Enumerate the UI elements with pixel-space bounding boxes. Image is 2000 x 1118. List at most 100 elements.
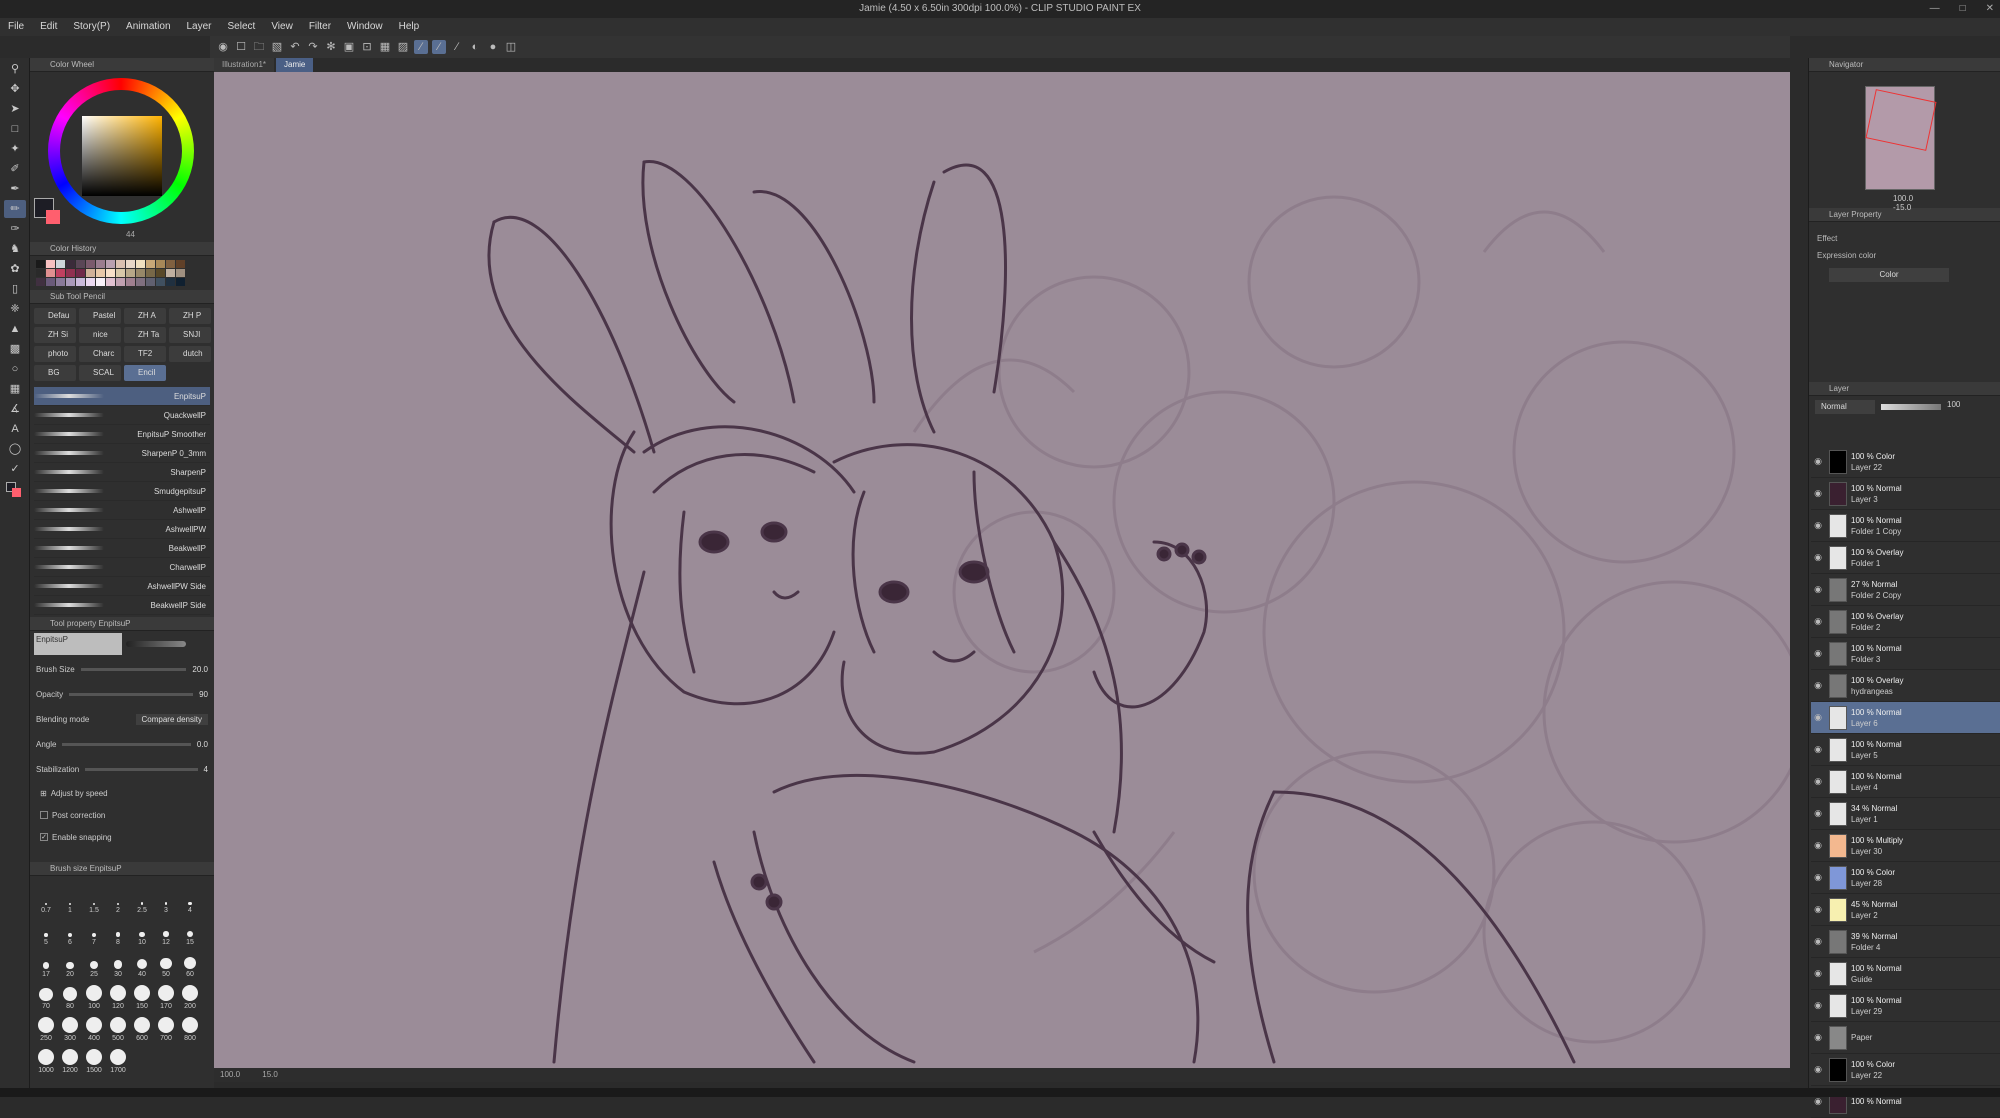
color-history-swatch[interactable] <box>116 269 125 277</box>
brush-item[interactable]: CharwellP <box>34 558 210 577</box>
color-history-swatch[interactable] <box>66 260 75 268</box>
sub-tool-tab[interactable]: ZH P <box>169 308 211 324</box>
eye-icon[interactable]: ◉ <box>1811 552 1825 563</box>
companion-icon[interactable]: ● <box>486 40 500 54</box>
clear-icon[interactable]: ✻ <box>324 40 338 54</box>
color-history-swatch[interactable] <box>176 260 185 268</box>
brush-size-preset[interactable]: 0.7 <box>34 884 58 914</box>
navigator-thumbnail[interactable] <box>1865 86 1937 190</box>
color-history-swatch[interactable] <box>176 278 185 286</box>
brush-item[interactable]: EnpitsuP <box>34 387 210 406</box>
brush-size-preset[interactable]: 7 <box>82 916 106 946</box>
stabilization-value[interactable]: 4 <box>204 765 208 774</box>
figure-tool-icon[interactable]: ○ <box>4 360 26 378</box>
tablet-icon[interactable]: ◫ <box>504 40 518 54</box>
brush-size-preset[interactable]: 500 <box>106 1012 130 1042</box>
eye-icon[interactable]: ◉ <box>1811 456 1825 467</box>
sub-tool-tab[interactable]: Defau <box>34 308 76 324</box>
brush-size-preset[interactable]: 250 <box>34 1012 58 1042</box>
layer-row[interactable]: ◉ 100 % Normal Folder 1 Copy <box>1811 510 2000 542</box>
brush-item[interactable]: AshwellPW <box>34 520 210 539</box>
eye-icon[interactable]: ◉ <box>1811 1000 1825 1011</box>
brush-size-preset[interactable]: 2 <box>106 884 130 914</box>
color-history-swatch[interactable] <box>86 269 95 277</box>
expression-color-select[interactable]: Color <box>1829 268 1949 282</box>
layer-row[interactable]: ◉ 100 % Normal Folder 3 <box>1811 638 2000 670</box>
menu-filter[interactable]: Filter <box>301 18 339 36</box>
brush-size-preset[interactable]: 700 <box>154 1012 178 1042</box>
sub-tool-tab[interactable]: ZH Si <box>34 327 76 343</box>
brush-tool-icon[interactable]: ✑ <box>4 220 26 238</box>
brush-item[interactable]: SmudgepitsuP <box>34 482 210 501</box>
brush-size-preset[interactable]: 800 <box>178 1012 202 1042</box>
sub-tool-tab[interactable]: SCAL <box>79 365 121 381</box>
text-tool-icon[interactable]: A <box>4 420 26 438</box>
stabilization-row[interactable]: Stabilization 4 <box>30 757 214 782</box>
brush-size-preset[interactable]: 40 <box>130 948 154 978</box>
color-history-swatch[interactable] <box>106 260 115 268</box>
color-history-swatch[interactable] <box>46 260 55 268</box>
color-history-swatch[interactable] <box>66 269 75 277</box>
color-history-swatch[interactable] <box>36 269 45 277</box>
sub-tool-tab[interactable]: Pastel <box>79 308 121 324</box>
airbrush-tool-icon[interactable]: ♞ <box>4 240 26 258</box>
brush-size-preset[interactable]: 12 <box>154 916 178 946</box>
post-correction-checkbox[interactable] <box>40 811 48 819</box>
layer-row[interactable]: ◉ 100 % Normal Layer 29 <box>1811 990 2000 1022</box>
clip-studio-icon[interactable]: ◉ <box>216 40 230 54</box>
tab-illustration1[interactable]: Illustration1* <box>214 58 275 72</box>
angle-row[interactable]: Angle 0.0 <box>30 732 214 757</box>
color-history-swatch[interactable] <box>86 278 95 286</box>
eye-icon[interactable]: ◉ <box>1811 968 1825 979</box>
brush-size-preset[interactable]: 70 <box>34 980 58 1010</box>
brush-size-preset[interactable]: 1.5 <box>82 884 106 914</box>
opacity-row[interactable]: Opacity 90 <box>30 682 214 707</box>
operation-tool-icon[interactable]: ➤ <box>4 100 26 118</box>
brush-size-preset[interactable]: 1000 <box>34 1044 58 1074</box>
brush-item[interactable]: AshwellP <box>34 501 210 520</box>
balloon-tool-icon[interactable]: ◯ <box>4 440 26 458</box>
auto-select-tool-icon[interactable]: ✦ <box>4 140 26 158</box>
brush-size-preset[interactable]: 170 <box>154 980 178 1010</box>
eye-icon[interactable]: ◉ <box>1811 904 1825 915</box>
brush-size-preset[interactable]: 600 <box>130 1012 154 1042</box>
color-history-swatch[interactable] <box>166 269 175 277</box>
layer-row[interactable]: ◉ 100 % Normal Layer 4 <box>1811 766 2000 798</box>
brush-size-preset[interactable]: 1 <box>58 884 82 914</box>
brush-size-preset[interactable]: 400 <box>82 1012 106 1042</box>
brush-size-preset[interactable]: 25 <box>82 948 106 978</box>
brush-size-preset[interactable]: 3 <box>154 884 178 914</box>
brush-size-preset[interactable]: 6 <box>58 916 82 946</box>
color-history-swatch[interactable] <box>46 278 55 286</box>
navigator-rotation[interactable]: -15.0 <box>1893 203 1913 212</box>
color-history-swatch[interactable] <box>116 278 125 286</box>
layer-row[interactable]: ◉ Paper <box>1811 1022 2000 1054</box>
angle-readout[interactable]: 15.0 <box>262 1070 278 1079</box>
color-history-swatch[interactable] <box>166 260 175 268</box>
layer-row[interactable]: ◉ 100 % Normal Layer 5 <box>1811 734 2000 766</box>
brush-size-preset[interactable]: 4 <box>178 884 202 914</box>
sub-tool-tab[interactable]: dutch <box>169 346 211 362</box>
brush-size-preset[interactable]: 5 <box>34 916 58 946</box>
eye-icon[interactable]: ◉ <box>1811 488 1825 499</box>
transform-icon[interactable]: ⊡ <box>360 40 374 54</box>
eye-icon[interactable]: ◉ <box>1811 840 1825 851</box>
layer-row[interactable]: ◉ 27 % Normal Folder 2 Copy <box>1811 574 2000 606</box>
sub-color-swatch[interactable] <box>46 210 60 224</box>
layer-row[interactable]: ◉ 100 % Multiply Layer 30 <box>1811 830 2000 862</box>
color-history-swatch[interactable] <box>106 278 115 286</box>
navigator-view-rect[interactable] <box>1865 89 1937 151</box>
layer-blend-mode-select[interactable]: Normal <box>1815 400 1875 414</box>
deselect-icon[interactable]: ▦ <box>378 40 392 54</box>
layer-row[interactable]: ◉ 100 % Overlay Folder 2 <box>1811 606 2000 638</box>
brush-size-preset[interactable]: 30 <box>106 948 130 978</box>
saturation-value-square[interactable] <box>82 116 162 196</box>
brush-size-preset[interactable]: 50 <box>154 948 178 978</box>
color-history-swatch[interactable] <box>46 269 55 277</box>
color-history-swatch[interactable] <box>56 269 65 277</box>
drawing-canvas[interactable] <box>214 72 1790 1068</box>
brush-size-preset[interactable]: 15 <box>178 916 202 946</box>
tab-jamie[interactable]: Jamie <box>276 58 314 72</box>
open-file-icon[interactable]: 🗀 <box>252 40 266 54</box>
brush-size-preset[interactable]: 1500 <box>82 1044 106 1074</box>
